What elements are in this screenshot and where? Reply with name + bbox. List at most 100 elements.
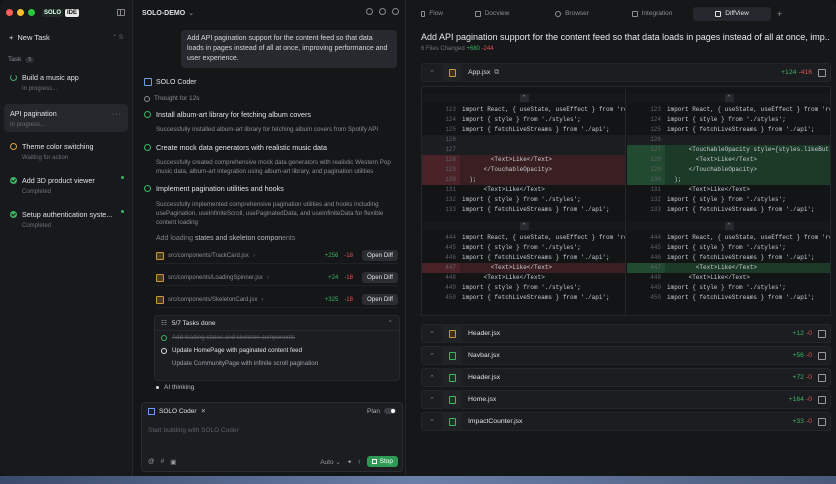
integration-icon bbox=[631, 10, 638, 17]
code-text: import { fetchLiveStreams } from './api'… bbox=[462, 126, 610, 133]
sidebar-task-item[interactable]: Add 3D product viewer Completed bbox=[4, 171, 128, 199]
diff-file-header[interactable]: ⌃ Header.jsx +12 -0 bbox=[421, 324, 831, 343]
file-icon bbox=[442, 63, 462, 82]
mention-icon[interactable]: @ bbox=[148, 458, 155, 465]
copy-icon[interactable] bbox=[818, 373, 826, 382]
check-icon bbox=[10, 211, 17, 218]
diff-panel: Flow Docview Browser Integration DiffVie… bbox=[407, 0, 836, 476]
changed-file-row: src/components/SkeletonCard.jsx › +325 -1… bbox=[156, 292, 398, 308]
open-diff-button[interactable]: Open Diff bbox=[361, 250, 398, 261]
agent-header: SOLO Coder bbox=[144, 78, 196, 86]
line-number: 132 bbox=[650, 196, 661, 203]
diff-file-header[interactable]: ⌃ Navbar.jsx +56 -0 bbox=[421, 346, 831, 365]
stop-button[interactable]: Stop bbox=[366, 456, 398, 467]
open-diff-button[interactable]: Open Diff bbox=[361, 272, 398, 283]
expand-hunk-button[interactable]: ⌃ bbox=[627, 93, 830, 103]
expand-icon[interactable]: ⌃ bbox=[422, 396, 442, 404]
sidebar-task-item-active[interactable]: API pagination ··· In progress... bbox=[4, 104, 128, 132]
chat-input[interactable] bbox=[148, 423, 396, 437]
stop-icon bbox=[371, 459, 377, 464]
project-title[interactable]: SOLO-DEMO ⌄ bbox=[142, 9, 194, 18]
expand-hunk-button[interactable]: ⌃ bbox=[422, 93, 625, 103]
code-line: 130 ); bbox=[422, 175, 625, 185]
tab-diffview[interactable]: DiffView bbox=[693, 6, 771, 21]
check-circle-icon bbox=[144, 111, 151, 118]
tab-flow[interactable]: Flow bbox=[413, 7, 451, 21]
line-number: 447 bbox=[627, 263, 665, 273]
mode-selector[interactable]: Auto ⌄ bbox=[320, 458, 341, 466]
collapse-icon[interactable]: ⌃ bbox=[422, 69, 442, 77]
image-icon[interactable]: ▣ bbox=[170, 458, 176, 466]
more-options-icon[interactable]: ··· bbox=[112, 109, 122, 118]
settings-icon[interactable] bbox=[392, 8, 399, 15]
code-line: 445 import { style } from './styles'; bbox=[627, 243, 830, 253]
maximize-window-button[interactable] bbox=[28, 9, 35, 16]
open-diff-button[interactable]: Open Diff bbox=[361, 294, 398, 305]
line-number: 446 bbox=[650, 254, 661, 261]
diff-file-header[interactable]: ⌃ App.jsx ⧉ +124 -416 bbox=[421, 63, 831, 82]
code-text: import { fetchLiveStreams } from './api'… bbox=[462, 254, 610, 261]
sparkle-action-icon[interactable]: ✦ bbox=[347, 458, 352, 466]
thought-duration[interactable]: Thought for 12s bbox=[144, 95, 200, 102]
lightbulb-icon bbox=[144, 95, 150, 102]
expand-hunk-button[interactable]: ⌃ bbox=[627, 221, 830, 231]
copy-icon[interactable] bbox=[818, 351, 826, 360]
sidebar-task-item[interactable]: Setup authentication syste... Completed bbox=[4, 205, 128, 233]
expand-icon[interactable]: ⌃ bbox=[422, 418, 442, 426]
toggle-switch[interactable] bbox=[384, 408, 396, 414]
check-circle-icon bbox=[144, 144, 151, 151]
diff-file-header[interactable]: ⌃ Home.jsx +164 -0 bbox=[421, 390, 831, 409]
tab-browser[interactable]: Browser bbox=[533, 7, 611, 21]
todo-status-icon bbox=[161, 347, 167, 354]
code-line: 127 <TouchableOpacity style={styles.like… bbox=[627, 145, 830, 155]
todo-item: Add loading states and skeleton componen… bbox=[155, 331, 399, 344]
code-text: import { fetchLiveStreams } from './api'… bbox=[667, 254, 815, 261]
plan-toggle[interactable]: Plan bbox=[367, 408, 396, 415]
sidebar-toggle-icon[interactable] bbox=[117, 9, 125, 16]
code-text: import React, { useState, useEffect } fr… bbox=[462, 234, 626, 241]
add-icon[interactable] bbox=[379, 8, 386, 15]
tab-docview[interactable]: Docview bbox=[453, 7, 531, 21]
sidebar-task-item[interactable]: Theme color switching Waiting for action bbox=[4, 137, 128, 165]
code-text: import { style } from './styles'; bbox=[667, 116, 786, 123]
code-text: import React, { useState, useEffect } fr… bbox=[667, 234, 831, 241]
code-line: 448 <Text>Like</Text> bbox=[422, 273, 625, 283]
history-icon[interactable] bbox=[366, 8, 373, 15]
expand-icon[interactable]: ⌃ bbox=[422, 374, 442, 382]
step-title: Create mock data generators with realist… bbox=[144, 143, 327, 152]
line-number: 124 bbox=[650, 116, 661, 123]
copy-icon[interactable] bbox=[818, 395, 826, 404]
line-number: 444 bbox=[650, 234, 661, 241]
line-number: 133 bbox=[650, 206, 661, 213]
expand-hunk-button[interactable]: ⌃ bbox=[422, 221, 625, 231]
task-count-badge: 5 bbox=[25, 56, 35, 63]
task-section-label: Task 5 bbox=[8, 56, 35, 63]
diff-file-header[interactable]: ⌃ Header.jsx +72 -0 bbox=[421, 368, 831, 387]
add-tab-button[interactable]: + bbox=[777, 9, 782, 19]
file-icon bbox=[442, 390, 462, 409]
hashtag-icon[interactable]: # bbox=[161, 458, 165, 465]
code-text: import { style } from './styles'; bbox=[462, 196, 581, 203]
copy-icon[interactable] bbox=[818, 329, 826, 338]
step-title: Implement pagination utilities and hooks bbox=[144, 184, 284, 193]
diff-file-header[interactable]: ⌃ ImpactCounter.jsx +33 -0 bbox=[421, 412, 831, 431]
todo-header[interactable]: ☷ 5/7 Tasks done ⌃ bbox=[155, 316, 399, 331]
line-number: 124 bbox=[445, 116, 456, 123]
sidebar-task-item[interactable]: Build a music app In progress... bbox=[4, 68, 128, 96]
close-window-button[interactable] bbox=[6, 9, 13, 16]
spinner-icon bbox=[10, 74, 17, 81]
code-line: 449 import { style } from './styles'; bbox=[422, 283, 625, 293]
new-task-button[interactable]: + New Task ⌃ S bbox=[4, 30, 128, 45]
code-line: 130 ); bbox=[627, 175, 830, 185]
agent-selector[interactable]: SOLO Coder bbox=[159, 408, 197, 415]
copy-icon[interactable] bbox=[818, 417, 826, 426]
copy-path-icon[interactable]: ⧉ bbox=[494, 69, 499, 77]
expand-icon[interactable]: ⌃ bbox=[422, 352, 442, 360]
minimize-window-button[interactable] bbox=[17, 9, 24, 16]
code-text: <Text>Like</Text> bbox=[462, 264, 553, 271]
expand-icon[interactable]: ⌃ bbox=[422, 330, 442, 338]
microphone-icon[interactable]: ♮ bbox=[358, 458, 360, 466]
tab-integration[interactable]: Integration bbox=[613, 7, 691, 21]
copy-icon[interactable] bbox=[818, 68, 826, 77]
code-line: 123 import React, { useState, useEffect }… bbox=[422, 105, 625, 115]
